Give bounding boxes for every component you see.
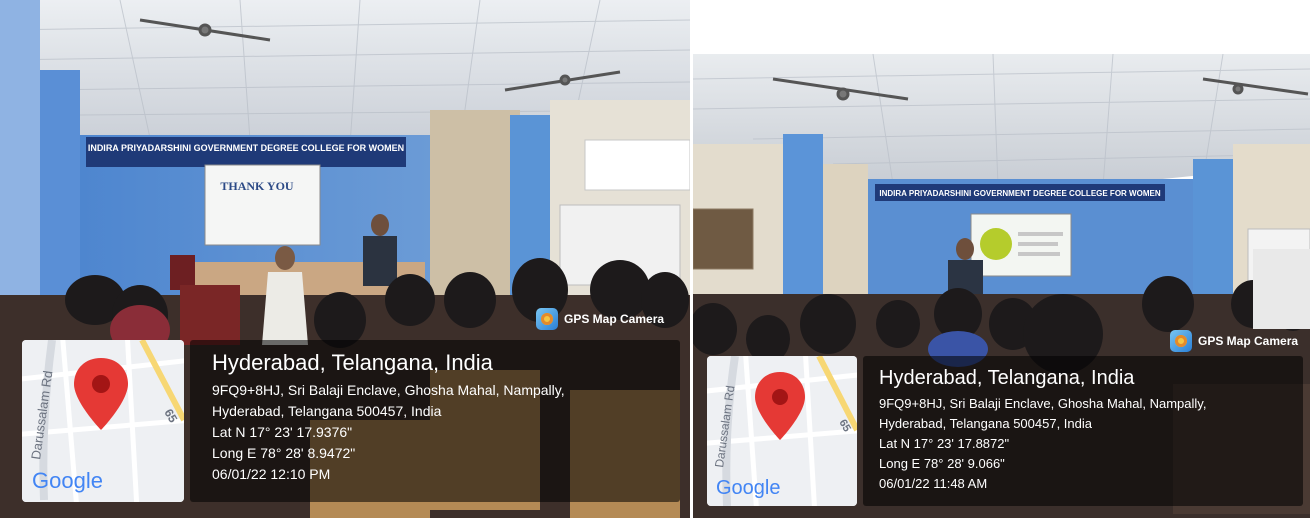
classroom-photo-2: INDIRA PRIYADARSHINI GOVERNMENT DEGREE C…: [693, 54, 1310, 518]
gps-camera-label: GPS Map Camera: [1198, 334, 1299, 348]
timestamp: 06/01/22 11:48 AM: [879, 476, 988, 491]
gps-camera-icon: [536, 308, 558, 330]
gps-info-panel: Hyderabad, Telangana, India 9FQ9+8HJ, Sr…: [863, 356, 1303, 506]
address-line-1: 9FQ9+8HJ, Sri Balaji Enclave, Ghosha Mah…: [879, 396, 1207, 411]
place-name: Hyderabad, Telangana, India: [879, 367, 1135, 389]
map-graphic: Darussalam Rd 65 Google: [22, 340, 184, 502]
college-banner: INDIRA PRIYADARSHINI GOVERNMENT DEGREE C…: [88, 143, 404, 153]
google-logo: Google: [32, 468, 103, 493]
location-map-thumbnail: Darussalam Rd 65 Google: [22, 340, 184, 502]
longitude: Long E 78° 28' 8.9472": [212, 445, 356, 461]
address-line-2: Hyderabad, Telangana 500457, India: [212, 403, 442, 419]
location-map-thumbnail: Darussalam Rd 65 Google: [707, 356, 857, 506]
latitude: Lat N 17° 23' 17.9376": [212, 424, 353, 440]
place-name: Hyderabad, Telangana, India: [212, 350, 493, 375]
classroom-photo-1: INDIRA PRIYADARSHINI GOVERNMENT DEGREE C…: [0, 0, 690, 518]
gps-camera-icon: [1170, 330, 1192, 352]
gps-camera-tag: GPS Map Camera: [1170, 330, 1298, 352]
screen-text: THANK YOU: [220, 179, 294, 193]
gps-camera-label: GPS Map Camera: [564, 312, 665, 326]
gps-camera-tag: GPS Map Camera: [536, 308, 664, 330]
map-graphic: Darussalam Rd 65 Google: [707, 356, 857, 506]
latitude: Lat N 17° 23' 17.8872": [879, 436, 1010, 451]
college-banner: INDIRA PRIYADARSHINI GOVERNMENT DEGREE C…: [879, 189, 1160, 198]
gps-info-panel: Hyderabad, Telangana, India 9FQ9+8HJ, Sr…: [190, 340, 680, 502]
timestamp: 06/01/22 12:10 PM: [212, 466, 331, 482]
address-line-2: Hyderabad, Telangana 500457, India: [879, 416, 1092, 431]
address-line-1: 9FQ9+8HJ, Sri Balaji Enclave, Ghosha Mah…: [212, 382, 565, 398]
longitude: Long E 78° 28' 9.066": [879, 456, 1005, 471]
google-logo: Google: [716, 477, 781, 499]
